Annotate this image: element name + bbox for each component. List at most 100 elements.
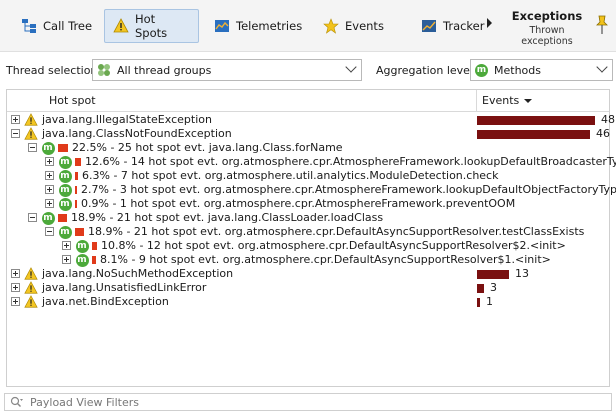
tab-events-label: Events	[345, 19, 384, 33]
hot-spot-text: 22.5% - 25 hot spot evt. java.lang.Class…	[72, 141, 343, 154]
tracker-icon	[421, 18, 437, 34]
table-row[interactable]: java.lang.UnsatisfiedLinkError 3	[7, 281, 609, 295]
expand-icon[interactable]	[11, 115, 20, 124]
star-icon	[323, 18, 339, 34]
method-icon: m	[41, 211, 55, 225]
hot-spots-table: Hot spot Events java.lang.IllegalStateEx…	[6, 89, 616, 387]
percent-bar	[75, 228, 84, 236]
method-icon: m	[58, 197, 72, 211]
hot-spot-text: java.lang.ClassNotFoundException	[42, 127, 232, 140]
percent-bar	[75, 186, 77, 194]
section-title: Exceptions	[511, 9, 583, 23]
percent-bar	[75, 200, 77, 208]
method-icon: m	[58, 155, 72, 169]
telemetries-icon	[214, 18, 230, 34]
table-row[interactable]: java.lang.NoSuchMethodException 13	[7, 267, 609, 281]
expand-icon[interactable]	[11, 283, 20, 292]
warning-icon	[24, 295, 38, 309]
aggregation-level-combo[interactable]: m Methods	[470, 59, 613, 81]
collapse-icon[interactable]	[28, 143, 37, 152]
tab-call-tree-label: Call Tree	[43, 19, 93, 33]
percent-bar	[75, 158, 81, 166]
column-header-events-label: Events	[482, 94, 520, 107]
collapse-icon[interactable]	[45, 227, 54, 236]
method-icon: m	[75, 239, 89, 253]
aggregation-level-label: Aggregation level:	[376, 64, 477, 77]
chevron-right-icon[interactable]	[487, 18, 492, 28]
percent-bar	[58, 144, 68, 152]
expand-icon[interactable]	[62, 255, 71, 264]
expand-icon[interactable]	[62, 241, 71, 250]
table-row[interactable]: m 2.7% - 3 hot spot evt. org.atmosphere.c…	[7, 183, 616, 197]
column-divider[interactable]	[476, 90, 477, 112]
table-row[interactable]: m 10.8% - 12 hot spot evt. org.atmosphere…	[7, 239, 609, 253]
thread-selection-combo[interactable]: All thread groups	[92, 59, 362, 81]
expand-icon[interactable]	[45, 185, 54, 194]
hot-spot-text: 18.9% - 21 hot spot evt. org.atmosphere.…	[88, 225, 585, 238]
table-row[interactable]: m 18.9% - 21 hot spot evt. org.atmosphere…	[7, 225, 609, 239]
chevron-down-icon	[596, 61, 608, 73]
hot-spot-text: 8.1% - 9 hot spot evt. org.atmosphere.cp…	[100, 253, 551, 266]
expand-icon[interactable]	[45, 157, 54, 166]
collapse-icon[interactable]	[11, 129, 20, 138]
expand-icon[interactable]	[11, 269, 20, 278]
method-icon: m	[58, 169, 72, 183]
table-row[interactable]: m 12.6% - 14 hot spot evt. org.atmosphere…	[7, 155, 616, 169]
table-row[interactable]: m 18.9% - 21 hot spot evt. java.lang.Clas…	[7, 211, 609, 225]
hot-spot-text: java.lang.NoSuchMethodException	[42, 267, 234, 280]
hot-spot-text: 10.8% - 12 hot spot evt. org.atmosphere.…	[101, 239, 566, 252]
collapse-icon[interactable]	[28, 213, 37, 222]
events-bar	[477, 130, 590, 139]
method-icon: m	[58, 183, 72, 197]
tab-tracker-label: Tracker	[443, 19, 485, 33]
table-row[interactable]: m 0.9% - 1 hot spot evt. org.atmosphere.c…	[7, 197, 609, 211]
events-bar	[477, 298, 480, 307]
tab-hot-spots-label: Hot Spots	[135, 12, 168, 40]
section-subtitle: Thrown exceptions	[521, 25, 573, 47]
thread-groups-icon	[97, 63, 111, 77]
expand-icon[interactable]	[45, 199, 54, 208]
chevron-down-icon	[345, 61, 357, 73]
tab-events[interactable]: Events	[314, 9, 393, 43]
hot-spot-text: 2.7% - 3 hot spot evt. org.atmosphere.cp…	[81, 183, 616, 196]
warning-icon	[24, 113, 38, 127]
expand-icon[interactable]	[45, 171, 54, 180]
hot-spot-text: java.lang.UnsatisfiedLinkError	[42, 281, 207, 294]
warning-icon	[24, 281, 38, 295]
events-count: 48	[601, 113, 615, 126]
call-tree-icon	[21, 18, 37, 34]
events-count: 3	[490, 281, 497, 294]
table-row[interactable]: m 22.5% - 25 hot spot evt. java.lang.Clas…	[7, 141, 609, 155]
thread-selection-label: Thread selection:	[6, 64, 102, 77]
payload-filter-bar[interactable]: Payload View Filters	[4, 393, 612, 411]
table-row[interactable]: java.lang.IllegalStateException 48	[7, 113, 615, 127]
warning-icon	[24, 267, 38, 281]
warning-icon	[113, 18, 129, 34]
tab-telemetries-label: Telemetries	[236, 19, 303, 33]
tab-tracker[interactable]: Tracker	[412, 9, 494, 43]
method-icon: m	[58, 225, 72, 239]
table-row[interactable]: m 8.1% - 9 hot spot evt. org.atmosphere.c…	[7, 253, 609, 267]
hot-spot-text: 12.6% - 14 hot spot evt. org.atmosphere.…	[85, 155, 616, 168]
thread-selection-value: All thread groups	[117, 63, 212, 77]
events-bar	[477, 284, 484, 293]
tab-exceptions[interactable]: Exceptions Thrown exceptions	[504, 9, 590, 47]
hot-spot-text: java.lang.IllegalStateException	[42, 113, 212, 126]
events-bar	[477, 270, 509, 279]
tab-telemetries[interactable]: Telemetries	[205, 9, 311, 43]
tab-hot-spots[interactable]: Hot Spots	[104, 9, 199, 43]
payload-filter-placeholder: Payload View Filters	[30, 395, 139, 409]
warning-icon	[24, 127, 38, 141]
tab-call-tree[interactable]: Call Tree	[12, 9, 101, 43]
sort-descending-icon	[524, 98, 533, 103]
pin-icon[interactable]	[596, 14, 608, 39]
filter-search-icon	[10, 396, 24, 408]
table-row[interactable]: java.lang.ClassNotFoundException 46	[7, 127, 610, 141]
percent-bar	[75, 172, 78, 180]
table-row[interactable]: m 6.3% - 7 hot spot evt. org.atmosphere.u…	[7, 169, 609, 183]
column-header-events[interactable]: Events	[482, 94, 533, 107]
expand-icon[interactable]	[11, 297, 20, 306]
column-header-hot-spot[interactable]: Hot spot	[49, 94, 96, 107]
events-count: 46	[596, 127, 610, 140]
table-row[interactable]: java.net.BindException 1	[7, 295, 609, 309]
